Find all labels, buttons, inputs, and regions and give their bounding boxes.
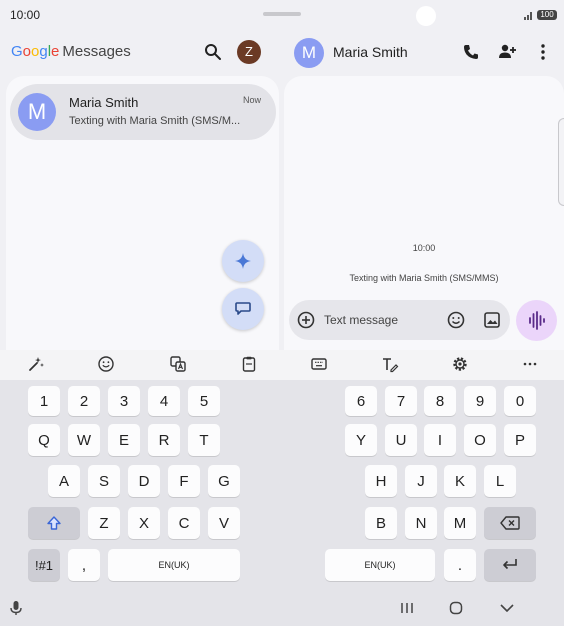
signal-icon [524,12,532,20]
clipboard-icon[interactable] [240,355,258,373]
key[interactable]: G [208,465,240,497]
enter-key[interactable] [484,549,536,581]
key[interactable]: 4 [148,386,180,416]
translate-icon[interactable] [169,355,187,373]
key[interactable]: M [444,507,476,539]
key[interactable]: Z [88,507,120,539]
key[interactable]: 3 [108,386,140,416]
key[interactable]: V [208,507,240,539]
account-avatar[interactable]: Z [237,40,261,64]
key[interactable]: P [504,424,536,456]
space-key-right[interactable]: EN(UK) [325,549,435,581]
keyboard [0,380,564,626]
backspace-key[interactable] [484,507,536,539]
home-icon[interactable] [447,599,465,617]
gallery-icon[interactable] [482,310,502,330]
key[interactable]: 0 [504,386,536,416]
backspace-icon [500,516,520,530]
keyboard-toolbar [0,350,564,380]
chat-info-text: Texting with Maria Smith (SMS/MMS) [349,273,499,283]
google-messages-logo: Google Messages [11,43,131,60]
window-drag-handle[interactable] [263,12,301,16]
logo-letter: g [39,43,48,60]
message-input[interactable] [324,313,436,327]
key[interactable]: Y [345,424,377,456]
key[interactable]: X [128,507,160,539]
chat-bubble-icon [235,302,251,315]
shift-arrow-icon [47,516,61,530]
key[interactable]: 1 [28,386,60,416]
key[interactable]: D [128,465,160,497]
key[interactable]: K [444,465,476,497]
symbols-key[interactable]: !#1 [28,549,60,581]
battery-indicator: 100 [537,10,557,20]
logo-letter: o [22,43,32,60]
ai-sparkle-icon[interactable] [27,355,45,373]
start-chat-fab-button[interactable] [222,288,264,330]
chat-timestamp: 10:00 [412,243,436,253]
status-time: 10:00 [10,8,41,22]
conversation-avatar: M [18,93,56,131]
logo-letter: G [11,43,23,60]
text-edit-icon[interactable] [381,355,399,373]
gemini-fab-button[interactable] [222,240,264,282]
waveform-icon [529,311,545,330]
key[interactable]: E [108,424,140,456]
add-attachment-icon[interactable] [296,310,316,330]
key[interactable]: 9 [464,386,496,416]
key[interactable]: I [424,424,456,456]
key[interactable]: A [48,465,80,497]
contact-avatar[interactable]: M [294,38,324,68]
key[interactable]: S [88,465,120,497]
key[interactable]: 7 [385,386,417,416]
conversation-name: Maria Smith [69,95,139,110]
camera-cutout [416,6,436,26]
keyboard-mode-icon[interactable] [310,355,328,373]
key[interactable]: H [365,465,397,497]
key[interactable]: B [365,507,397,539]
microphone-icon[interactable] [7,599,25,617]
space-key-left[interactable]: EN(UK) [108,549,240,581]
comma-key[interactable]: , [68,549,100,581]
key[interactable]: Q [28,424,60,456]
key[interactable]: 2 [68,386,100,416]
key[interactable]: R [148,424,180,456]
conversation-snippet: Texting with Maria Smith (SMS/M... [69,115,241,127]
phone-icon[interactable] [461,42,481,62]
recent-apps-icon[interactable] [398,599,416,617]
key[interactable]: J [405,465,437,497]
key[interactable]: L [484,465,516,497]
key[interactable]: 6 [345,386,377,416]
logo-messages-text: Messages [62,43,131,60]
key[interactable]: 8 [424,386,456,416]
key[interactable]: O [464,424,496,456]
contact-name[interactable]: Maria Smith [333,44,408,60]
conversation-time: Now [243,95,262,105]
key[interactable]: W [68,424,100,456]
more-horiz-icon[interactable] [521,355,539,373]
logo-letter: e [51,43,60,60]
key[interactable]: C [168,507,200,539]
key[interactable]: T [188,424,220,456]
voice-message-button[interactable] [516,300,557,341]
key[interactable]: F [168,465,200,497]
key[interactable]: N [405,507,437,539]
side-panel-handle[interactable] [558,118,564,206]
key[interactable]: 5 [188,386,220,416]
more-vert-icon[interactable] [533,42,553,62]
hide-keyboard-icon[interactable] [498,599,516,617]
emoji-icon[interactable] [446,310,466,330]
search-icon[interactable] [203,42,223,62]
emoji-keyboard-icon[interactable] [97,355,115,373]
settings-gear-icon[interactable] [451,355,469,373]
add-person-icon[interactable] [497,42,517,62]
enter-arrow-icon [503,559,517,570]
sparkle-icon [235,253,251,269]
shift-key[interactable] [28,507,80,539]
period-key[interactable]: . [444,549,476,581]
key[interactable]: U [385,424,417,456]
